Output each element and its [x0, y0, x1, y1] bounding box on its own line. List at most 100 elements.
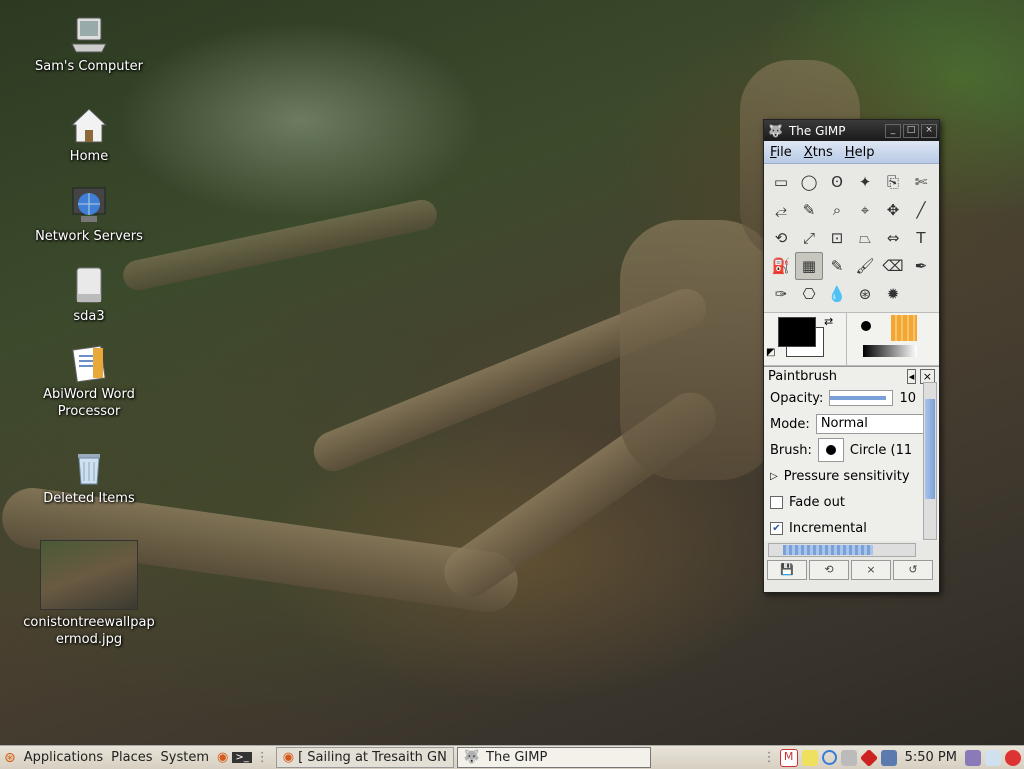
vertical-scrollbar[interactable]: [923, 382, 937, 540]
desktop-icon-trash[interactable]: Deleted Items: [29, 448, 149, 507]
dodge-burn-tool-icon[interactable]: ⊛: [851, 280, 879, 308]
rotate-tool-icon[interactable]: ⟲: [767, 224, 795, 252]
ellipse-select-tool-icon[interactable]: ◯: [795, 168, 823, 196]
delete-options-button[interactable]: ×: [851, 560, 891, 580]
system-menu[interactable]: System: [157, 750, 213, 765]
clock[interactable]: 5:50 PM: [905, 750, 957, 765]
desktop-icon-home[interactable]: Home: [29, 106, 149, 165]
move-tool-icon[interactable]: ✥: [879, 196, 907, 224]
desktop-icon-network[interactable]: Network Servers: [29, 186, 149, 245]
foreground-color-swatch[interactable]: [778, 317, 816, 347]
logout-icon[interactable]: [1005, 749, 1021, 766]
color-select-tool-icon[interactable]: ⎘: [879, 168, 907, 196]
printer-icon[interactable]: [840, 749, 857, 766]
swap-colors-icon[interactable]: ⇄: [824, 315, 833, 328]
ruby-icon[interactable]: [859, 748, 878, 767]
network-status-icon[interactable]: [880, 749, 897, 766]
fadeout-checkbox[interactable]: [770, 495, 783, 509]
brush-pattern-gradient[interactable]: [847, 313, 939, 365]
desktop-icon-wallpaper-file[interactable]: conistontreewallpapermod.jpg: [20, 540, 158, 648]
clone-tool-icon[interactable]: ⎔: [795, 280, 823, 308]
default-colors-icon[interactable]: ◩: [766, 347, 775, 358]
gimp-toolbox-window[interactable]: 🐺 The GIMP _ □ × File Xtns Help ▭ ◯ ʘ ✦ ⎘ ✄ ⥄ ✎…: [763, 119, 940, 593]
paths-tool-icon[interactable]: ⥄: [767, 196, 795, 224]
text-tool-icon[interactable]: T: [907, 224, 935, 252]
gmail-notifier-icon[interactable]: M: [779, 748, 798, 767]
paintbrush-tool-icon[interactable]: 🖌: [851, 252, 879, 280]
ink-tool-icon[interactable]: ✑: [767, 280, 795, 308]
smudge-tool-icon[interactable]: 💧: [823, 280, 851, 308]
restore-options-button[interactable]: ⟲: [809, 560, 849, 580]
applications-menu[interactable]: Applications: [20, 750, 107, 765]
panel-menu-icon[interactable]: ◂: [906, 368, 917, 384]
notes-icon[interactable]: [801, 749, 818, 766]
flip-tool-icon[interactable]: ⇔: [879, 224, 907, 252]
gradient-preview-icon[interactable]: [863, 345, 917, 357]
pencil-tool-icon[interactable]: ✎: [823, 252, 851, 280]
window-titlebar[interactable]: 🐺 The GIMP _ □ ×: [764, 120, 939, 141]
places-menu[interactable]: Places: [107, 750, 156, 765]
mode-row: Mode: Normal: [764, 411, 939, 437]
desktop-icon-sda3[interactable]: sda3: [29, 266, 149, 325]
opacity-value[interactable]: 10: [899, 391, 916, 406]
airbrush-tool-icon[interactable]: ✒: [907, 252, 935, 280]
incremental-checkbox[interactable]: ✔: [770, 521, 783, 535]
taskbar-item-firefox[interactable]: ◉ [ Sailing at Tresaith GN: [275, 747, 454, 768]
fg-bg-colors[interactable]: ⇄ ◩: [764, 313, 847, 365]
zoom-tool-icon[interactable]: ⌕: [823, 196, 851, 224]
mode-label: Mode:: [770, 416, 810, 432]
show-desktop-icon[interactable]: [965, 749, 981, 766]
panel-handle-icon: ⋮: [255, 750, 269, 765]
eraser-tool-icon[interactable]: ⌫: [879, 252, 907, 280]
ubuntu-logo-icon[interactable]: ⊛: [0, 750, 20, 766]
terminal-launcher-icon[interactable]: >_: [232, 752, 252, 763]
menubar: File Xtns Help: [764, 141, 939, 164]
convolve-tool-icon[interactable]: ✹: [879, 280, 907, 308]
minimize-button[interactable]: _: [885, 123, 901, 138]
blend-tool-icon[interactable]: ▦: [795, 252, 823, 280]
trash-applet-icon[interactable]: [985, 749, 1001, 766]
firefox-launcher-icon[interactable]: ◉: [213, 750, 232, 765]
mode-select[interactable]: Normal: [815, 414, 933, 434]
home-icon: [69, 106, 109, 146]
scrollbar-thumb[interactable]: [783, 545, 873, 555]
scale-tool-icon[interactable]: ⤢: [795, 224, 823, 252]
pattern-preview-icon[interactable]: [891, 315, 917, 341]
perspective-tool-icon[interactable]: ⏢: [851, 224, 879, 252]
desktop-icon-label: conistontreewallpapermod.jpg: [23, 615, 155, 647]
pressure-expander[interactable]: ▷ Pressure sensitivity: [764, 463, 939, 489]
scrollbar-thumb[interactable]: [925, 399, 935, 499]
scissors-select-tool-icon[interactable]: ✄: [907, 168, 935, 196]
brush-preview-icon[interactable]: [861, 321, 871, 331]
brush-button[interactable]: [817, 438, 844, 462]
fuzzy-select-tool-icon[interactable]: ✦: [851, 168, 879, 196]
desktop-icon-computer[interactable]: Sam's Computer: [29, 16, 149, 75]
opacity-slider[interactable]: [829, 390, 894, 406]
search-icon[interactable]: [821, 750, 837, 765]
incremental-row[interactable]: ✔ Incremental: [764, 515, 939, 541]
fadeout-row[interactable]: Fade out: [764, 489, 939, 515]
system-tray: ⋮ M 5:50 PM: [763, 748, 1024, 767]
shear-tool-icon[interactable]: ⊡: [823, 224, 851, 252]
close-button[interactable]: ×: [921, 123, 937, 138]
tool-options-buttons: 💾 ⟲ × ↺: [767, 560, 933, 580]
brush-label: Brush:: [770, 442, 812, 458]
menu-file[interactable]: File: [764, 145, 798, 160]
reset-options-button[interactable]: ↺: [893, 560, 933, 580]
brush-row: Brush: Circle (11: [764, 437, 939, 463]
menu-xtns[interactable]: Xtns: [798, 145, 839, 160]
incremental-label: Incremental: [789, 520, 867, 536]
taskbar-item-gimp[interactable]: 🐺 The GIMP: [456, 747, 651, 768]
computer-icon: [69, 16, 109, 56]
color-picker-tool-icon[interactable]: ✎: [795, 196, 823, 224]
rect-select-tool-icon[interactable]: ▭: [767, 168, 795, 196]
maximize-button[interactable]: □: [903, 123, 919, 138]
desktop-icon-abiword[interactable]: AbiWord Word Processor: [29, 344, 149, 420]
save-options-button[interactable]: 💾: [767, 560, 807, 580]
bucket-fill-tool-icon[interactable]: ⛽: [767, 252, 795, 280]
crop-tool-icon[interactable]: ╱: [907, 196, 935, 224]
measure-tool-icon[interactable]: ⌖: [851, 196, 879, 224]
horizontal-scrollbar[interactable]: [768, 543, 916, 557]
menu-help[interactable]: Help: [839, 145, 881, 160]
free-select-tool-icon[interactable]: ʘ: [823, 168, 851, 196]
